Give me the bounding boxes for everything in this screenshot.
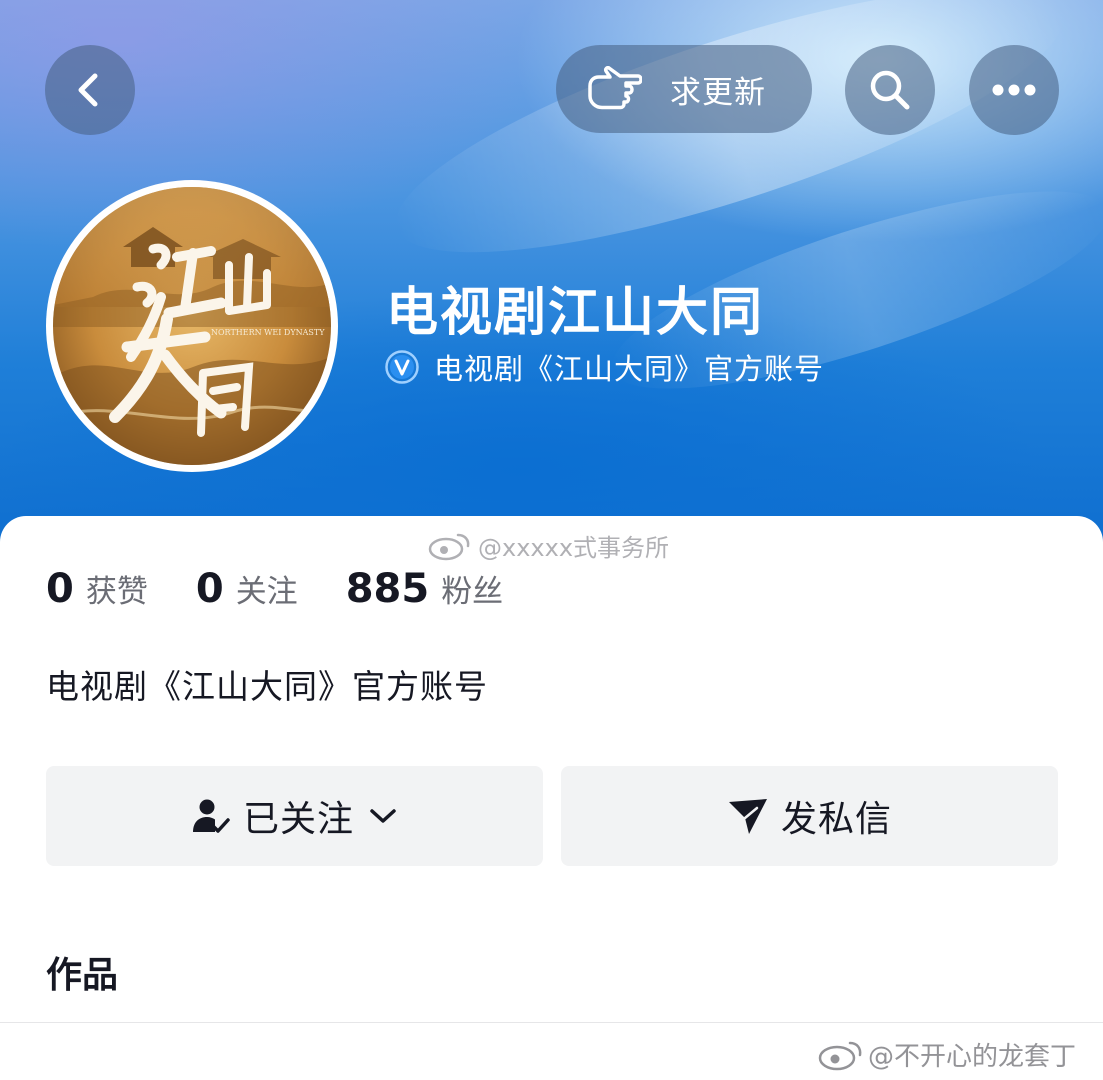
divider <box>0 1022 1103 1023</box>
stat-followers-label: 粉丝 <box>441 574 504 610</box>
back-button[interactable] <box>45 45 135 135</box>
profile-name: 电视剧江山大同 <box>386 283 765 343</box>
more-dots-icon <box>992 84 1036 96</box>
stat-following-label: 关注 <box>235 574 298 610</box>
drama-poster-art: NORTHERN WEI DYNASTY <box>53 187 331 465</box>
verified-badge-icon <box>385 350 419 384</box>
profile-header: 求更新 NORTHERN WEI DYNASTY 电视剧江山大同 电视剧《江山大… <box>0 0 1103 560</box>
more-button[interactable] <box>969 45 1059 135</box>
avatar-subtitle: NORTHERN WEI DYNASTY <box>211 328 325 337</box>
send-message-button[interactable]: 发私信 <box>561 766 1058 866</box>
weibo-logo-icon <box>428 533 470 560</box>
watermark-bottom-right: @不开心的龙套丁 <box>818 1036 1076 1073</box>
stat-likes[interactable]: 0 获赞 <box>46 566 148 612</box>
send-message-label: 发私信 <box>780 799 892 840</box>
watermark-center: @xxxxx式事务所 <box>428 528 669 563</box>
watermark-bottom-right-text: @不开心的龙套丁 <box>868 1042 1077 1072</box>
send-arrow-icon <box>728 799 767 834</box>
stats-row: 0 获赞 0 关注 885 粉丝 <box>46 566 503 612</box>
followed-button[interactable]: 已关注 <box>46 766 543 866</box>
watermark-center-text: @xxxxx式事务所 <box>478 534 670 562</box>
chevron-down-icon <box>370 809 396 823</box>
verification-text: 电视剧《江山大同》官方账号 <box>434 352 825 386</box>
search-button[interactable] <box>845 45 935 135</box>
avatar[interactable]: NORTHERN WEI DYNASTY <box>46 180 338 472</box>
search-icon <box>870 70 910 110</box>
stat-followers[interactable]: 885 粉丝 <box>346 566 504 612</box>
stat-followers-value: 885 <box>345 566 430 612</box>
tab-works[interactable]: 作品 <box>46 946 118 998</box>
request-update-label: 求更新 <box>670 74 766 111</box>
pointing-hand-icon <box>588 66 642 110</box>
user-check-icon <box>192 799 230 833</box>
profile-bio: 电视剧《江山大同》官方账号 <box>46 667 488 706</box>
chevron-left-icon <box>78 73 98 107</box>
weibo-logo-icon <box>818 1041 862 1070</box>
avatar-image: NORTHERN WEI DYNASTY <box>53 187 331 465</box>
verification-row: 电视剧《江山大同》官方账号 <box>384 346 824 388</box>
stat-likes-value: 0 <box>46 566 74 612</box>
stat-following-value: 0 <box>195 566 224 612</box>
followed-label: 已关注 <box>242 799 354 840</box>
request-update-button[interactable]: 求更新 <box>556 45 812 133</box>
stat-likes-label: 获赞 <box>85 574 148 610</box>
stat-following[interactable]: 0 关注 <box>196 566 298 612</box>
